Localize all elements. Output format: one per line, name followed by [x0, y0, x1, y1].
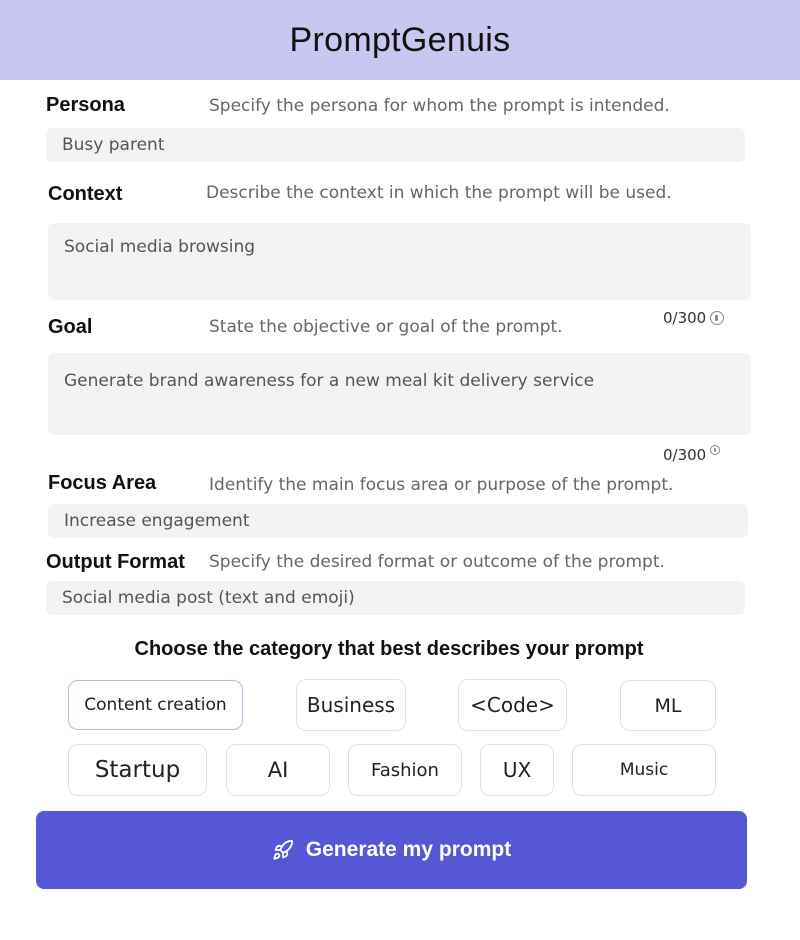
info-icon	[710, 445, 721, 455]
context-char-counter: 0/300	[663, 309, 725, 327]
goal-textarea[interactable]: Generate brand awareness for a new meal …	[48, 353, 751, 435]
output-format-label: Output Format	[46, 551, 185, 573]
category-chip-ml[interactable]: ML	[620, 680, 716, 731]
output-format-hint: Specify the desired format or outcome of…	[209, 552, 665, 572]
context-textarea[interactable]: Social media browsing	[48, 223, 751, 300]
context-hint: Describe the context in which the prompt…	[206, 183, 672, 203]
context-counter-text: 0/300	[663, 309, 707, 327]
generate-button-label: Generate my prompt	[305, 838, 512, 861]
category-chip-startup[interactable]: Startup	[68, 744, 207, 796]
goal-label: Goal	[48, 316, 93, 338]
context-label: Context	[48, 183, 123, 205]
category-chip-business[interactable]: Business	[296, 679, 406, 731]
persona-input[interactable]: Busy parent	[46, 128, 745, 162]
goal-char-counter: 0/300	[663, 445, 721, 464]
category-chip-content-creation[interactable]: Content creation	[68, 680, 243, 730]
output-format-input[interactable]: Social media post (text and emoji)	[46, 581, 745, 615]
focus-area-input[interactable]: Increase engagement	[48, 504, 748, 538]
category-chip-fashion[interactable]: Fashion	[348, 744, 462, 796]
category-chip-ux[interactable]: UX	[480, 744, 554, 796]
focus-area-label: Focus Area	[48, 472, 157, 494]
goal-counter-text: 0/300	[663, 446, 707, 464]
persona-label: Persona	[46, 94, 125, 116]
goal-hint: State the objective or goal of the promp…	[209, 317, 563, 337]
category-chip-code[interactable]: <Code>	[458, 679, 567, 731]
persona-hint: Specify the persona for whom the prompt …	[209, 96, 670, 116]
category-section-title: Choose the category that best describes …	[134, 638, 644, 660]
generate-prompt-button[interactable]: Generate my prompt	[36, 811, 747, 889]
app-title: PromptGenuis	[289, 20, 511, 59]
info-icon	[710, 311, 725, 325]
focus-area-hint: Identify the main focus area or purpose …	[209, 475, 674, 495]
app-header: PromptGenuis	[0, 0, 800, 80]
category-chip-music[interactable]: Music	[572, 744, 716, 796]
category-chip-ai[interactable]: AI	[226, 744, 330, 796]
rocket-icon	[272, 839, 294, 861]
